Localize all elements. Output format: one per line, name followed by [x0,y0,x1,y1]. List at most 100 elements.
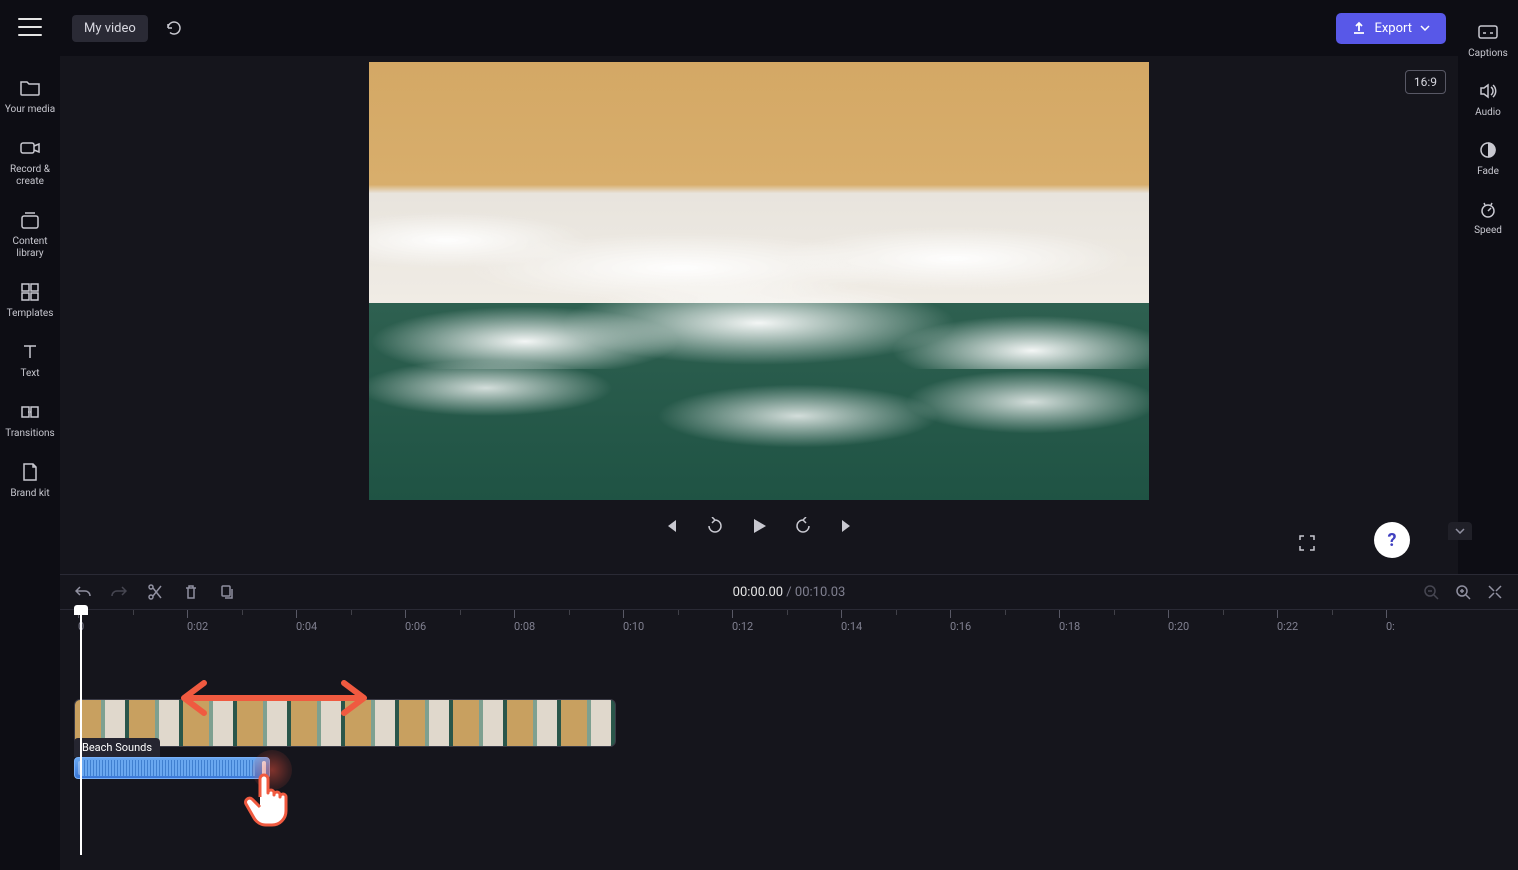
ruler-label: 0:04 [296,620,317,633]
ruler-label: 0:16 [950,620,971,633]
sidebar-item-label: Your media [5,104,55,116]
brand-kit-icon [18,460,42,484]
video-content [369,185,1149,369]
ruler-label: 0:14 [841,620,862,633]
speaker-icon [1476,79,1500,103]
skip-end-button[interactable] [837,516,857,536]
captions-icon [1476,20,1500,44]
right-item-label: Speed [1474,225,1502,236]
ruler-label: 0:10 [623,620,644,633]
redo-button[interactable] [110,583,128,601]
audio-clip-label: Beach Sounds [74,738,160,757]
ruler-mark: 0:06 [405,610,426,633]
total-duration: 00:10.03 [795,585,845,600]
sidebar-item-label: Content library [2,236,58,260]
aspect-ratio-button[interactable]: 16:9 [1405,70,1446,94]
forward-button[interactable] [793,516,813,536]
chevron-down-icon [1420,25,1430,31]
ruler-label: 0:06 [405,620,426,633]
timeline-toolbar: 00:00.00 / 00:10.03 [60,575,1518,609]
sidebar-item-text[interactable]: Text [0,330,60,390]
refresh-button[interactable] [160,14,188,42]
ruler-mark: 0:20 [1168,610,1189,633]
menu-button[interactable] [18,18,42,36]
library-icon [18,208,42,232]
audio-trim-handle-right[interactable] [262,761,266,775]
ruler-mark: 0:22 [1277,610,1298,633]
ruler-label: 0:20 [1168,620,1189,633]
ruler-mark: 0: [1386,610,1395,633]
right-item-audio[interactable]: Audio [1458,69,1518,128]
delete-button[interactable] [182,583,200,601]
project-title[interactable]: My video [72,15,148,42]
sidebar-item-label: Brand kit [10,488,49,500]
sidebar-item-label: Record & create [2,164,58,188]
right-item-captions[interactable]: Captions [1458,10,1518,69]
rewind-button[interactable] [705,516,725,536]
ruler-mark: 0:08 [514,610,535,633]
right-item-label: Fade [1477,166,1499,177]
sidebar-item-transitions[interactable]: Transitions [0,390,60,450]
audio-waveform [81,760,255,776]
timecode-display: 00:00.00 / 00:10.03 [733,585,846,600]
ruler-label: 0:12 [732,620,753,633]
templates-icon [18,280,42,304]
fullscreen-button[interactable] [1298,534,1318,554]
ruler-mark: 0:04 [296,610,317,633]
sidebar-item-your-media[interactable]: Your media [0,66,60,126]
top-bar: My video Export [60,0,1458,56]
duplicate-button[interactable] [218,583,236,601]
sidebar-item-record-create[interactable]: Record & create [0,126,60,198]
fit-zoom-button[interactable] [1486,583,1504,601]
ruler-label: 0:02 [187,620,208,633]
current-time: 00:00.00 [733,585,783,600]
split-button[interactable] [146,583,164,601]
camera-icon [18,136,42,160]
help-icon: ? [1388,530,1397,551]
collapse-properties-button[interactable] [1448,522,1472,540]
upload-icon [1352,21,1366,35]
playhead[interactable] [74,605,88,619]
left-sidebar: Your media Record & create Content libra… [0,0,60,870]
sidebar-item-label: Transitions [5,428,54,440]
ruler-mark: 0:10 [623,610,644,633]
zoom-in-button[interactable] [1454,583,1472,601]
ruler-mark: 0:14 [841,610,862,633]
right-item-fade[interactable]: Fade [1458,128,1518,187]
timeline-tracks: Beach Sounds [60,637,1518,649]
fade-icon [1476,138,1500,162]
skip-start-button[interactable] [661,516,681,536]
timeline-panel: 00:00.00 / 00:10.03 00:020:040:060:080:1… [60,574,1518,870]
sidebar-item-brand-kit[interactable]: Brand kit [0,450,60,510]
text-icon [18,340,42,364]
help-button[interactable]: ? [1374,522,1410,558]
preview-area: 16:9 ? [60,56,1458,574]
sidebar-item-content-library[interactable]: Content library [0,198,60,270]
export-button[interactable]: Export [1336,13,1446,44]
transitions-icon [18,400,42,424]
ruler-label: 0:08 [514,620,535,633]
sidebar-item-templates[interactable]: Templates [0,270,60,330]
undo-button[interactable] [74,583,92,601]
right-item-label: Audio [1475,107,1501,118]
play-button[interactable] [749,516,769,536]
folder-icon [18,76,42,100]
video-canvas[interactable] [369,62,1149,500]
timeline-ruler[interactable]: 00:020:040:060:080:100:120:140:160:180:2… [60,609,1518,637]
ruler-mark: 0:02 [187,610,208,633]
playback-controls [661,516,857,536]
right-item-speed[interactable]: Speed [1458,187,1518,246]
ruler-label: 0:22 [1277,620,1298,633]
export-label: Export [1374,21,1412,36]
speed-icon [1476,197,1500,221]
ruler-mark: 0:18 [1059,610,1080,633]
zoom-out-button[interactable] [1422,583,1440,601]
ruler-label: 0: [1386,620,1395,633]
ruler-mark: 0:12 [732,610,753,633]
ruler-label: 0:18 [1059,620,1080,633]
ruler-mark: 0:16 [950,610,971,633]
right-item-label: Captions [1468,48,1508,59]
sidebar-item-label: Text [20,368,39,380]
audio-clip[interactable] [74,757,270,779]
sidebar-item-label: Templates [7,308,54,320]
